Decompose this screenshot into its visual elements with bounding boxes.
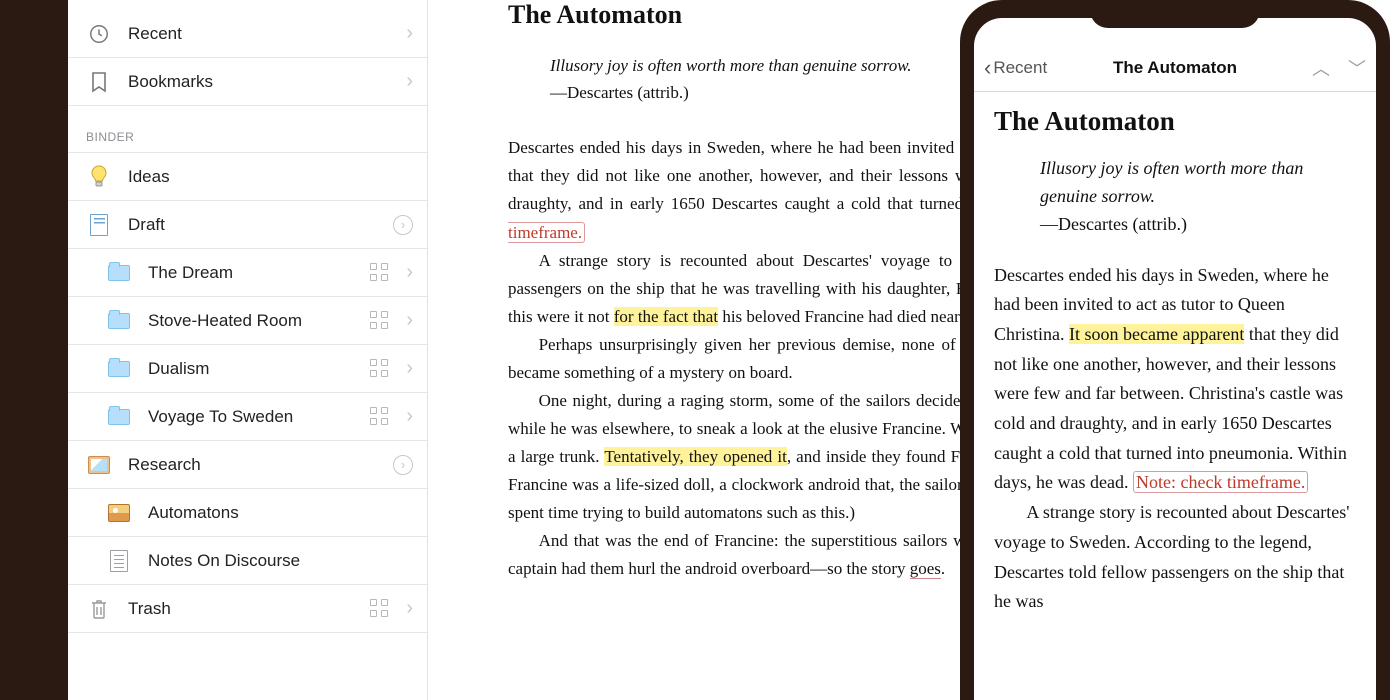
folder-icon [106, 308, 132, 334]
clock-icon [86, 21, 112, 47]
research-folder-icon [86, 452, 112, 478]
highlight: It soon became apparent [1069, 324, 1244, 344]
sidebar-item-label: Automatons [148, 503, 413, 523]
sidebar-item-label: Notes On Discourse [148, 551, 413, 571]
phone-editor[interactable]: The Automaton Illusory joy is often wort… [974, 92, 1376, 700]
chevron-right-icon: › [406, 597, 413, 620]
revision-mark: goes [910, 559, 941, 579]
epigraph-quote: Illusory joy is often worth more than ge… [1040, 155, 1356, 211]
chevron-right-icon: › [406, 309, 413, 332]
sidebar-item-the-dream[interactable]: The Dream › [68, 249, 427, 297]
inline-comment[interactable]: Note: check timeframe. [1133, 471, 1308, 493]
image-icon [106, 500, 132, 526]
sidebar-item-draft[interactable]: Draft › [68, 201, 427, 249]
folder-icon [106, 404, 132, 430]
sidebar-item-recent[interactable]: Recent › [68, 10, 427, 58]
bookmark-icon [86, 69, 112, 95]
phone-screen: ‹ Recent The Automaton ︿ ﹀ The Automaton… [974, 18, 1376, 700]
document-title: The Automaton [994, 106, 1356, 137]
epigraph-attribution: —Descartes (attrib.) [1040, 211, 1356, 239]
sidebar-item-label: Trash [128, 599, 370, 619]
next-document-button[interactable]: ﹀ [1348, 55, 1366, 81]
sidebar-item-label: Ideas [128, 167, 413, 187]
sidebar-item-notes-on-discourse[interactable]: Notes On Discourse [68, 537, 427, 585]
chevron-right-icon: › [406, 261, 413, 284]
prev-document-button[interactable]: ︿ [1312, 55, 1330, 81]
sidebar-item-label: Stove-Heated Room [148, 311, 370, 331]
section-header-binder: BINDER [68, 106, 427, 153]
corkboard-icon[interactable] [370, 263, 390, 283]
sidebar-item-label: Recent [128, 24, 400, 44]
highlight: for the fact that [614, 307, 718, 326]
corkboard-icon[interactable] [370, 599, 390, 619]
expand-icon[interactable]: › [393, 455, 413, 475]
chevron-right-icon: › [406, 22, 413, 45]
sidebar-item-trash[interactable]: Trash › [68, 585, 427, 633]
sidebar-item-label: Voyage To Sweden [148, 407, 370, 427]
folder-icon [106, 356, 132, 382]
expand-icon[interactable]: › [393, 215, 413, 235]
highlight: Tentatively, they opened it [604, 447, 786, 466]
back-label: Recent [993, 58, 1047, 78]
binder-sidebar: Recent › Bookmarks › BINDER Ideas Draft … [68, 0, 428, 700]
sidebar-item-label: Bookmarks [128, 72, 400, 92]
epigraph: Illusory joy is often worth more than ge… [1040, 155, 1356, 239]
corkboard-icon[interactable] [370, 311, 390, 331]
folder-icon [106, 260, 132, 286]
sidebar-item-label: Research [128, 455, 387, 475]
lightbulb-icon [86, 164, 112, 190]
corkboard-icon[interactable] [370, 407, 390, 427]
sidebar-item-label: Dualism [148, 359, 370, 379]
phone-notch [1090, 0, 1260, 28]
sidebar-item-stove-heated-room[interactable]: Stove-Heated Room › [68, 297, 427, 345]
phone-navbar: ‹ Recent The Automaton ︿ ﹀ [974, 44, 1376, 92]
document-icon [86, 212, 112, 238]
phone-mockup: ‹ Recent The Automaton ︿ ﹀ The Automaton… [960, 0, 1390, 700]
body-paragraph: Descartes ended his days in Sweden, wher… [994, 261, 1356, 499]
corkboard-icon[interactable] [370, 359, 390, 379]
sidebar-item-label: The Dream [148, 263, 370, 283]
chevron-left-icon: ‹ [984, 55, 991, 81]
chevron-right-icon: › [406, 70, 413, 93]
sidebar-item-ideas[interactable]: Ideas [68, 153, 427, 201]
sidebar-item-dualism[interactable]: Dualism › [68, 345, 427, 393]
sidebar-item-voyage-to-sweden[interactable]: Voyage To Sweden › [68, 393, 427, 441]
back-button[interactable]: ‹ Recent [984, 55, 1047, 81]
sidebar-item-label: Draft [128, 215, 387, 235]
sidebar-item-bookmarks[interactable]: Bookmarks › [68, 58, 427, 106]
app-frame-left [0, 0, 68, 700]
chevron-right-icon: › [406, 357, 413, 380]
sidebar-item-research[interactable]: Research › [68, 441, 427, 489]
chevron-right-icon: › [406, 405, 413, 428]
text-document-icon [106, 548, 132, 574]
sidebar-item-automatons[interactable]: Automatons [68, 489, 427, 537]
body-paragraph: A strange story is recounted about Desca… [994, 498, 1356, 617]
trash-icon [86, 596, 112, 622]
